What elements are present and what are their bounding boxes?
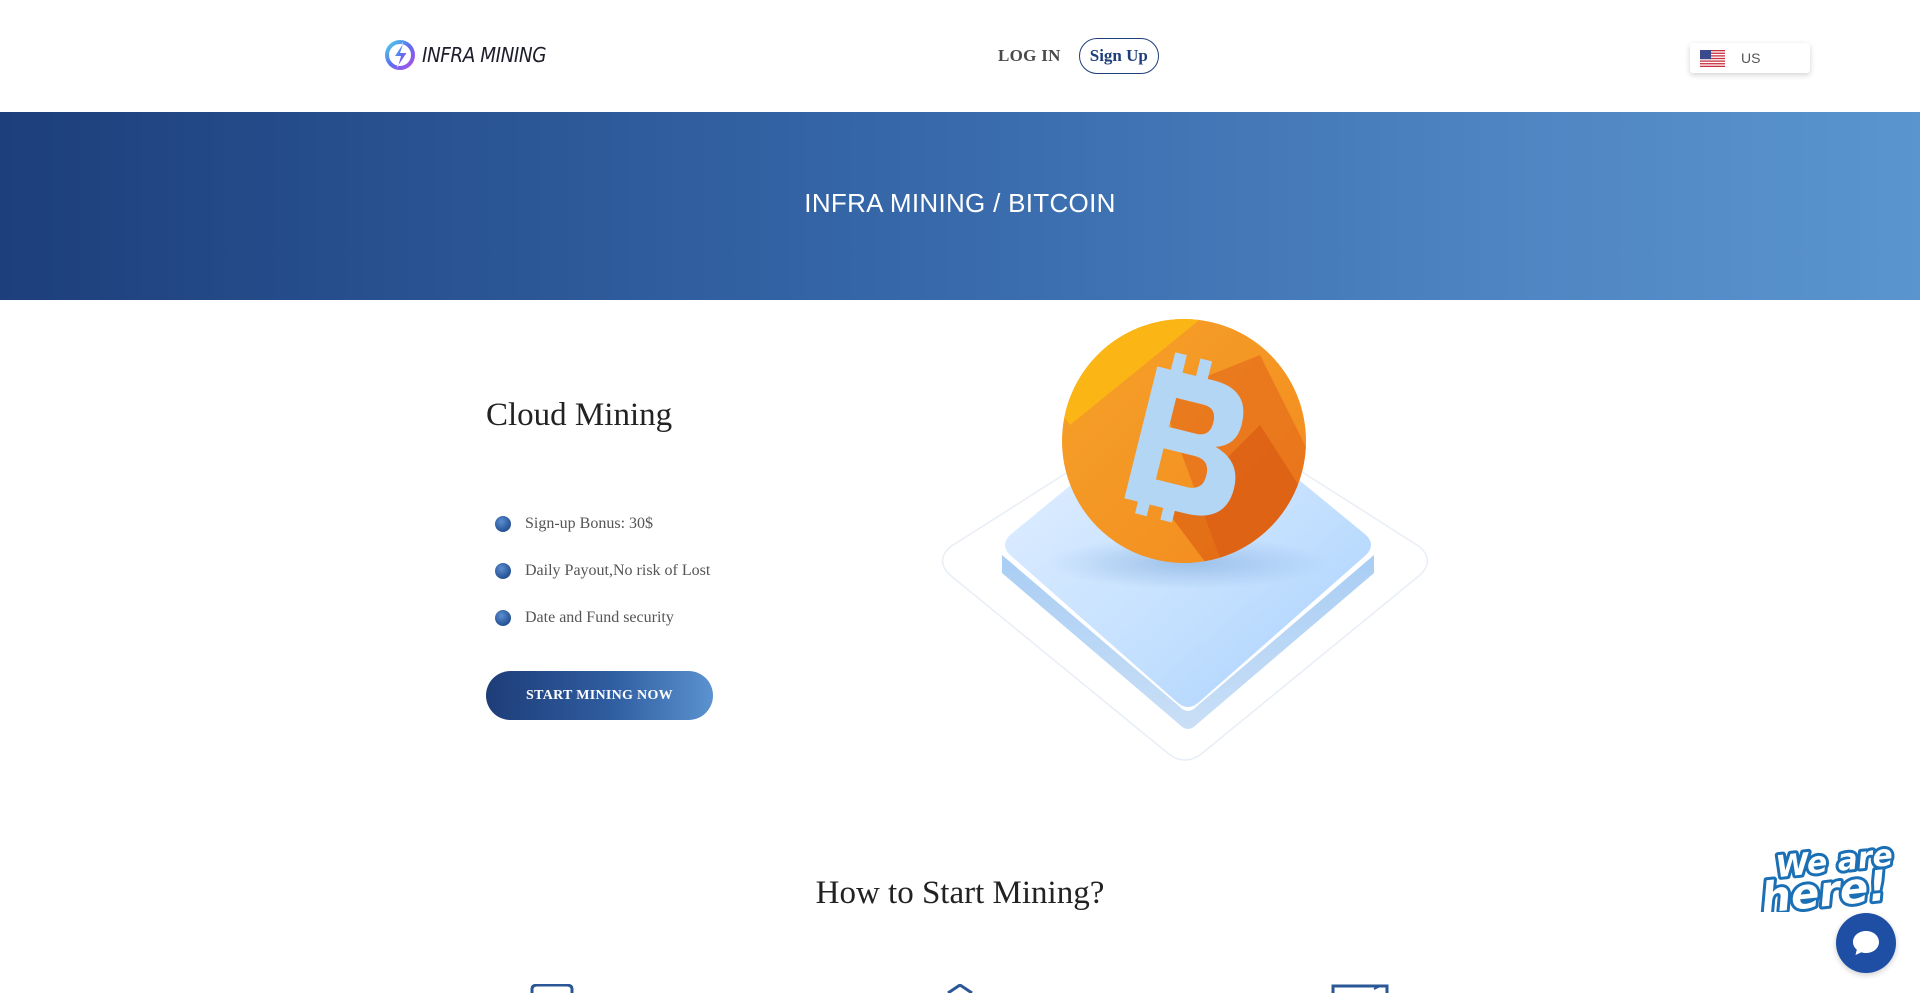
monitor-icon — [1331, 984, 1389, 993]
home-icon — [947, 984, 973, 993]
bullet-icon — [495, 562, 511, 579]
feature-item: Daily Payout,No risk of Lost — [495, 547, 710, 594]
feature-item: Sign-up Bonus: 30$ — [495, 500, 710, 547]
chat-button[interactable] — [1836, 913, 1896, 973]
hero-heading: Cloud Mining — [486, 397, 673, 433]
us-flag-icon — [1700, 49, 1725, 67]
feature-text: Date and Fund security — [525, 608, 674, 626]
logo-text: INFRA MINING — [422, 43, 546, 67]
bullet-icon — [495, 515, 511, 532]
feature-text: Daily Payout,No risk of Lost — [525, 561, 711, 579]
chat-bubble-icon — [1853, 931, 1879, 955]
feature-text: Sign-up Bonus: 30$ — [525, 514, 654, 532]
banner-title: INFRA MINING / BITCOIN — [804, 188, 1116, 218]
site-logo[interactable]: INFRA MINING — [384, 38, 557, 72]
signup-button[interactable]: Sign Up — [1078, 38, 1159, 74]
site-header: INFRA MINING LOG IN Sign Up US — [0, 0, 1920, 112]
wallet-icon — [530, 984, 574, 993]
bitcoin-coin-icon — [941, 319, 1429, 761]
page-banner: INFRA MINING / BITCOIN — [0, 112, 1920, 300]
feature-list: Sign-up Bonus: 30$ Daily Payout,No risk … — [495, 500, 710, 641]
language-label: US — [1741, 50, 1761, 66]
how-to-heading: How to Start Mining? — [815, 875, 1105, 911]
we-are-here-badge-icon[interactable]: We are We are here! here! — [1756, 836, 1902, 912]
start-mining-button[interactable]: START MINING NOW — [486, 671, 713, 720]
feature-item: Date and Fund security — [495, 594, 710, 641]
language-selector[interactable]: US — [1690, 43, 1810, 73]
lightning-logo-icon — [385, 40, 415, 70]
top-nav: LOG IN Sign Up — [994, 38, 1159, 74]
bullet-icon — [495, 609, 511, 626]
login-link[interactable]: LOG IN — [994, 38, 1065, 74]
